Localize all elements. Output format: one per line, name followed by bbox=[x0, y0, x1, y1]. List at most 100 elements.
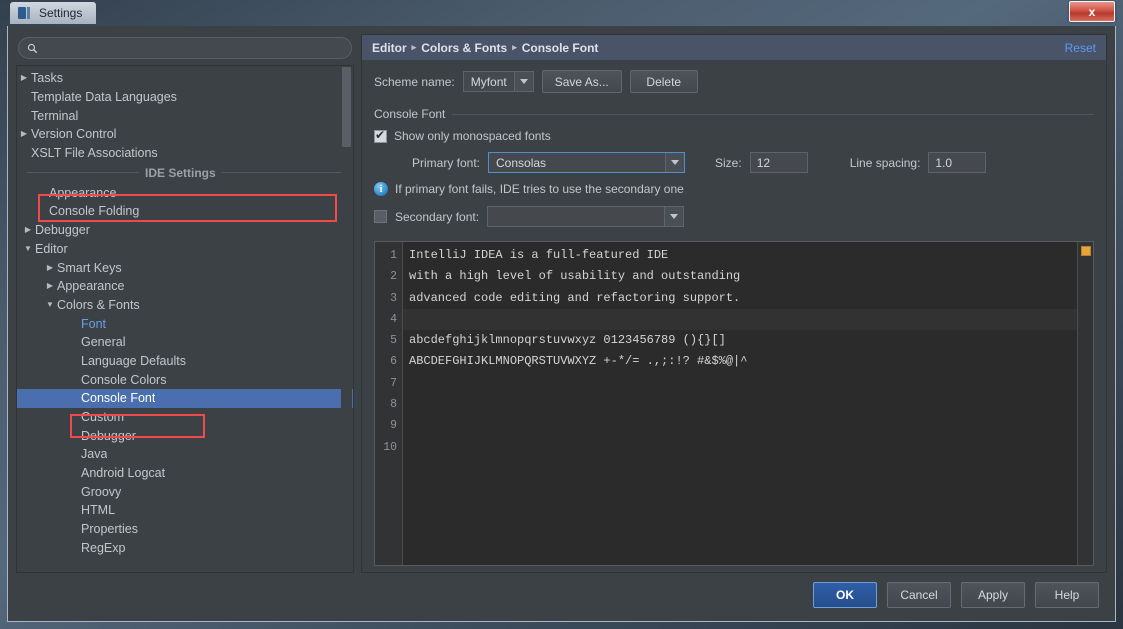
chevron-right-icon[interactable]: ▶ bbox=[21, 226, 35, 234]
chevron-right-icon[interactable]: ▶ bbox=[17, 74, 31, 82]
tree-item-label: Terminal bbox=[31, 108, 79, 123]
tree-item-editor-appearance[interactable]: ▶ Appearance bbox=[17, 277, 353, 296]
secondary-font-dropdown[interactable] bbox=[487, 206, 685, 227]
chevron-right-icon[interactable]: ▶ bbox=[17, 130, 31, 138]
warning-marker-icon[interactable] bbox=[1081, 246, 1091, 256]
chevron-down-icon[interactable]: ▼ bbox=[43, 300, 57, 309]
tree-group-label: IDE Settings bbox=[145, 165, 216, 180]
checkbox-show-only-monospaced[interactable] bbox=[374, 128, 387, 143]
breadcrumb-part-editor[interactable]: Editor bbox=[372, 41, 407, 55]
tree-item-terminal[interactable]: Terminal bbox=[17, 106, 353, 125]
line-number: 2 bbox=[390, 270, 397, 284]
delete-button[interactable]: Delete bbox=[629, 70, 698, 93]
line-number: 3 bbox=[390, 291, 397, 305]
tree-item-font[interactable]: Font bbox=[17, 314, 353, 333]
cancel-button[interactable]: Cancel bbox=[887, 582, 951, 608]
tree-item-label: Smart Keys bbox=[57, 260, 122, 275]
tree-item-appearance[interactable]: Appearance bbox=[17, 183, 353, 202]
window-titlebar: Settings x bbox=[0, 0, 1123, 26]
settings-tree: ▶ Tasks Template Data Languages Terminal… bbox=[17, 66, 353, 557]
tree-item-language-defaults[interactable]: Language Defaults bbox=[17, 352, 353, 371]
tree-item-tasks[interactable]: ▶ Tasks bbox=[17, 69, 353, 88]
chevron-down-icon[interactable] bbox=[664, 207, 684, 226]
sidebar-scrollbar[interactable] bbox=[341, 67, 352, 571]
line-number: 10 bbox=[383, 440, 397, 454]
tree-item-regexp[interactable]: RegExp bbox=[17, 539, 353, 558]
tree-item-java[interactable]: Java bbox=[17, 445, 353, 464]
tree-item-html[interactable]: HTML bbox=[17, 501, 353, 520]
line-spacing-input[interactable]: 1.0 bbox=[928, 152, 987, 173]
tree-item-xslt-file-associations[interactable]: XSLT File Associations bbox=[17, 144, 353, 163]
tree-item-properties[interactable]: Properties bbox=[17, 520, 353, 539]
tree-item-smart-keys[interactable]: ▶ Smart Keys bbox=[17, 258, 353, 277]
breadcrumb-part-console-font: Console Font bbox=[521, 40, 599, 55]
tree-item-version-control[interactable]: ▶ Version Control bbox=[17, 125, 353, 144]
info-text: If primary font fails, IDE tries to use … bbox=[395, 182, 684, 196]
apply-button[interactable]: Apply bbox=[961, 582, 1025, 608]
tree-item-template-data-languages[interactable]: Template Data Languages bbox=[17, 88, 353, 107]
tree-item-general[interactable]: General bbox=[17, 333, 353, 352]
checkbox-secondary-font[interactable] bbox=[374, 210, 387, 223]
line-number: 8 bbox=[390, 398, 397, 412]
breadcrumb-part-colors-and-fonts[interactable]: Colors & Fonts bbox=[421, 41, 507, 55]
search-row bbox=[16, 34, 354, 65]
font-preview-editor[interactable]: 1 2 3 4 5 6 7 8 9 10 IntelliJ IDEA is a … bbox=[374, 241, 1094, 566]
tree-item-console-font[interactable]: Console Font bbox=[17, 389, 353, 408]
info-row: i If primary font fails, IDE tries to us… bbox=[374, 182, 1094, 196]
chevron-down-icon[interactable]: ▼ bbox=[21, 244, 35, 253]
line-number: 9 bbox=[390, 419, 397, 433]
tree-item-debugger[interactable]: ▶ Debugger bbox=[17, 221, 353, 240]
monospaced-checkbox-row[interactable]: Show only monospaced fonts bbox=[374, 128, 1094, 143]
size-label: Size: bbox=[715, 155, 742, 170]
tree-item-console-colors[interactable]: Console Colors bbox=[17, 370, 353, 389]
group-divider bbox=[452, 113, 1094, 115]
dialog-body: ▶ Tasks Template Data Languages Terminal… bbox=[8, 26, 1115, 573]
chevron-right-icon[interactable]: ▶ bbox=[43, 263, 57, 272]
breadcrumb-bar: Editor ▸ Colors & Fonts ▸ Console Font R… bbox=[362, 35, 1106, 60]
help-button[interactable]: Help bbox=[1035, 582, 1099, 608]
close-window-button[interactable]: x bbox=[1069, 1, 1115, 22]
tree-item-colors-debugger[interactable]: Debugger bbox=[17, 426, 353, 445]
info-icon: i bbox=[374, 182, 388, 196]
editor-gutter: 1 2 3 4 5 6 7 8 9 10 bbox=[375, 242, 403, 565]
editor-marker-gutter[interactable] bbox=[1077, 242, 1093, 565]
ok-button[interactable]: OK bbox=[813, 582, 877, 608]
search-box[interactable] bbox=[18, 37, 352, 59]
chevron-down-icon[interactable] bbox=[665, 153, 685, 172]
tree-item-editor[interactable]: ▼ Editor bbox=[17, 240, 353, 259]
primary-font-dropdown[interactable]: Consolas bbox=[488, 152, 686, 173]
tree-item-label: Font bbox=[81, 316, 107, 331]
code-line: advanced code editing and refactoring su… bbox=[409, 290, 741, 305]
tree-item-label: Custom bbox=[81, 410, 125, 425]
line-number: 6 bbox=[390, 355, 397, 369]
tree-item-colors-and-fonts[interactable]: ▼ Colors & Fonts bbox=[17, 296, 353, 315]
line-number: 1 bbox=[390, 249, 397, 262]
code-line: IntelliJ IDEA is a full-featured IDE bbox=[409, 248, 669, 262]
search-input[interactable] bbox=[44, 40, 343, 56]
save-as-button[interactable]: Save As... bbox=[541, 70, 622, 93]
tree-item-custom[interactable]: Custom bbox=[17, 408, 353, 427]
sidebar-scrollbar-thumb[interactable] bbox=[342, 67, 351, 147]
intellij-idea-icon bbox=[18, 6, 32, 20]
size-input[interactable]: 12 bbox=[749, 152, 808, 173]
tree-item-groovy[interactable]: Groovy bbox=[17, 482, 353, 501]
monospaced-label: Show only monospaced fonts bbox=[394, 129, 551, 143]
reset-link[interactable]: Reset bbox=[1065, 41, 1096, 55]
detail-content: Scheme name: Myfont Save As... Delete Co… bbox=[38, 60, 1106, 572]
group-title: Console Font bbox=[374, 107, 446, 121]
tree-item-label: Template Data Languages bbox=[31, 90, 177, 105]
tree-item-android-logcat[interactable]: Android Logcat bbox=[17, 464, 353, 483]
line-number: 5 bbox=[390, 334, 397, 348]
tree-item-console-folding[interactable]: Console Folding bbox=[17, 202, 353, 221]
scheme-name-dropdown[interactable]: Myfont bbox=[462, 71, 534, 92]
tree-item-label: Version Control bbox=[31, 127, 117, 142]
editor-code-area[interactable]: IntelliJ IDEA is a full-featured IDE wit… bbox=[403, 242, 1077, 565]
line-number: 7 bbox=[390, 376, 397, 390]
chevron-right-icon[interactable]: ▶ bbox=[43, 282, 57, 290]
chevron-down-icon[interactable] bbox=[513, 72, 533, 91]
primary-font-value: Consolas bbox=[496, 155, 547, 170]
scheme-row: Scheme name: Myfont Save As... Delete bbox=[374, 70, 1094, 93]
code-line-caret bbox=[403, 308, 1077, 331]
